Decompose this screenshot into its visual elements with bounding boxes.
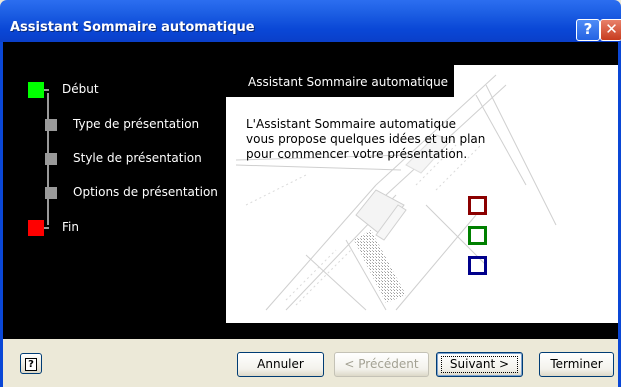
step-tick	[44, 89, 49, 91]
wizard-description: L'Assistant Sommaire automatique vous pr…	[246, 117, 486, 161]
close-button[interactable]: ✕	[600, 19, 621, 41]
window-title: Assistant Sommaire automatique	[10, 20, 255, 35]
step-marker-icon	[45, 187, 57, 199]
help-icon: ?	[25, 358, 37, 371]
previous-button[interactable]: < Précédent	[334, 352, 429, 377]
green-square-icon	[468, 226, 487, 245]
content-header: Assistant Sommaire automatique	[226, 65, 454, 97]
content-header-title: Assistant Sommaire automatique	[248, 75, 449, 89]
blue-square-icon	[468, 256, 487, 275]
next-button[interactable]: Suivant >	[436, 352, 523, 377]
finish-button[interactable]: Terminer	[539, 352, 614, 377]
step-end-marker-icon	[28, 220, 44, 236]
step-label: Fin	[62, 220, 79, 234]
step-marker-icon	[45, 119, 57, 131]
step-start-marker-icon	[28, 82, 44, 98]
step-label: Style de présentation	[73, 151, 202, 165]
decorative-background-graphic	[235, 74, 557, 311]
step-tick	[44, 227, 49, 229]
step-marker-icon	[45, 153, 57, 165]
help-button[interactable]: ?	[20, 353, 42, 374]
title-bar: Assistant Sommaire automatique ? ✕	[0, 0, 621, 42]
red-square-icon	[468, 196, 487, 215]
cancel-button[interactable]: Annuler	[237, 352, 324, 377]
focus-ring	[441, 356, 518, 373]
step-label: Début	[62, 82, 99, 96]
step-label: Options de présentation	[73, 185, 218, 199]
help-title-button[interactable]: ?	[576, 19, 600, 41]
step-label: Type de présentation	[73, 117, 200, 131]
